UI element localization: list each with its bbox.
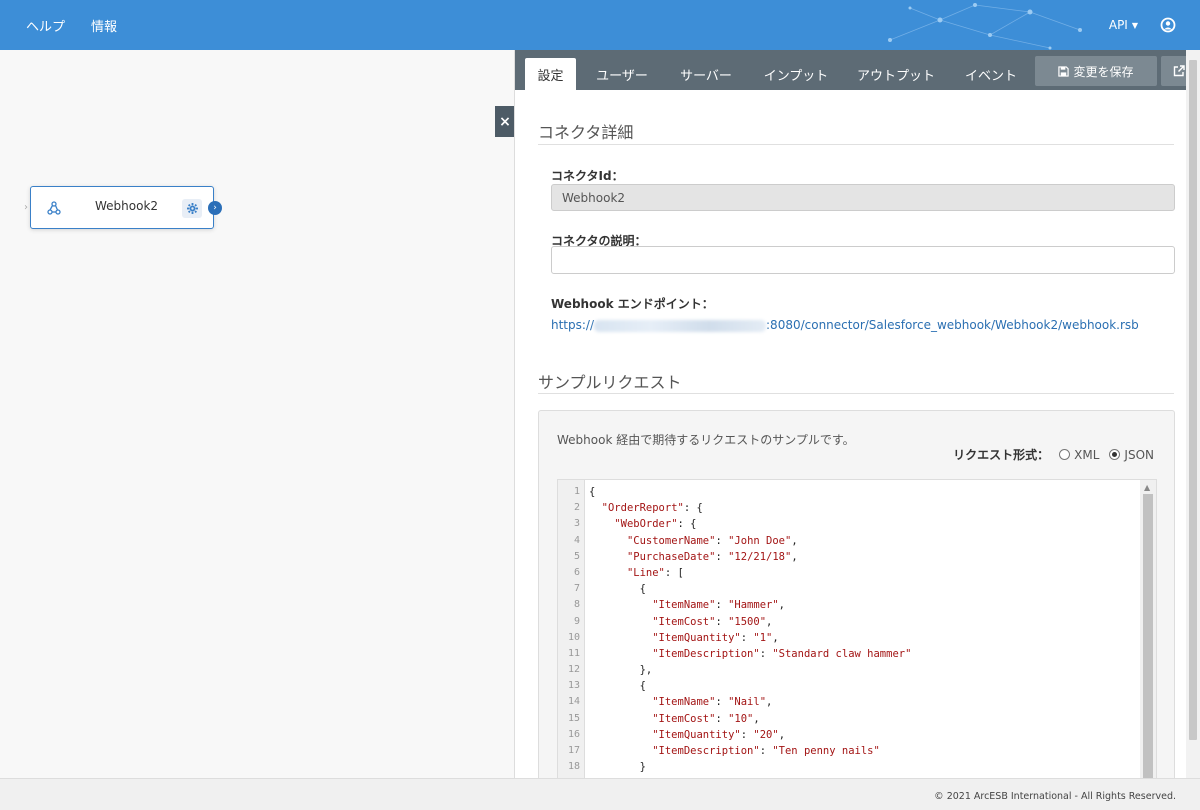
nav-item-info[interactable]: 情報 (91, 16, 117, 35)
endpoint-prefix: https:// (551, 318, 595, 332)
floppy-disk-icon (1058, 65, 1070, 77)
tab-input[interactable]: インプット (757, 58, 835, 90)
section-divider (538, 393, 1174, 394)
code-line: { (589, 583, 646, 596)
flow-canvas[interactable]: › Webhook2 › (0, 50, 514, 778)
tab-users[interactable]: ユーザー (589, 58, 655, 90)
external-link-icon (1173, 65, 1185, 77)
code-line: { (589, 486, 596, 498)
line-number: 11 (567, 647, 580, 659)
code-line: "ItemCost": "1500", (652, 615, 773, 628)
code-line: "ItemQuantity": "1", (652, 631, 779, 644)
main-nav: ヘ ヘルプ 情報 (0, 0, 143, 50)
code-line: "ItemCost": "10", (652, 712, 760, 725)
webhook-icon (47, 201, 61, 215)
code-line: "PurchaseDate": "12/21/18", (626, 550, 798, 563)
tab-events[interactable]: イベント (957, 58, 1025, 90)
page-scrollbar[interactable] (1186, 50, 1200, 778)
line-number: 8 (573, 599, 580, 611)
line-number: 17 (567, 745, 580, 756)
code-line: "ItemDescription": "Ten penny nails" (652, 745, 880, 757)
line-number: 7 (573, 583, 580, 595)
line-number: 14 (567, 696, 580, 708)
radio-xml[interactable] (1059, 449, 1071, 460)
line-number: 12 (567, 664, 580, 676)
line-number: 4 (573, 534, 580, 546)
code-content[interactable]: { "OrderReport": { "WebOrder": { "Custom… (589, 484, 1138, 775)
panel-tab-bar: 設定 ユーザー サーバー インプット アウトプット イベント 変更を保存 (515, 50, 1200, 90)
tab-output[interactable]: アウトプット (851, 58, 941, 90)
node-settings-button[interactable] (182, 199, 202, 218)
line-number: 13 (567, 680, 580, 692)
copyright-text: © 2021 ArcESB International - All Rights… (934, 791, 1176, 802)
line-number: 18 (567, 761, 580, 773)
line-number: 6 (573, 566, 580, 578)
connector-node-webhook2[interactable]: › Webhook2 › (24, 186, 222, 229)
code-line: } (589, 761, 646, 774)
save-changes-button[interactable]: 変更を保存 (1035, 56, 1157, 86)
code-line: "OrderReport": { (601, 502, 703, 515)
webhook-endpoint-label: Webhook エンドポイント： (551, 297, 714, 311)
connector-details-heading: コネクタ詳細 (538, 123, 634, 142)
line-number: 15 (567, 712, 580, 724)
line-number: 9 (573, 615, 580, 627)
line-number: 2 (573, 502, 580, 514)
code-scrollbar[interactable]: ▲ (1140, 480, 1156, 778)
sample-request-heading: サンプルリクエスト (538, 373, 682, 392)
code-line: }, (589, 664, 653, 677)
code-line: "CustomerName": "John Doe", (626, 534, 798, 547)
footer: © 2021 ArcESB International - All Rights… (0, 778, 1200, 810)
connector-description-input[interactable] (551, 246, 1175, 274)
code-line: { (589, 680, 646, 693)
sample-code-editor[interactable]: 1 2 3 4 5 6 7 8 9 10 11 12 13 14 15 16 17 18 { "OrderRepo… (557, 479, 1157, 778)
caret-down-icon: ▼ (1131, 20, 1138, 30)
close-panel-button[interactable]: × (495, 106, 515, 137)
code-line: "Line": [ (626, 566, 684, 579)
scroll-up-arrow-icon[interactable]: ▲ (1144, 483, 1150, 492)
format-xml-label: XML (1074, 447, 1100, 462)
code-line: "ItemName": "Hammer", (652, 599, 785, 612)
api-label: API (1108, 18, 1128, 32)
nav-item-help[interactable]: ヘルプ (26, 16, 65, 35)
request-format-selector: リクエスト形式： XML JSON (953, 446, 1154, 463)
request-format-label: リクエスト形式： (953, 448, 1050, 462)
output-port-chevron-right-icon[interactable]: › (208, 201, 222, 215)
sample-request-description: Webhook 経由で期待するリクエストのサンプルです。 (557, 433, 855, 447)
connector-id-field: Webhook2 (551, 184, 1175, 211)
line-number: 16 (567, 728, 580, 740)
radio-json[interactable] (1109, 449, 1121, 460)
format-option-json[interactable]: JSON (1109, 448, 1154, 462)
top-nav-bar: ヘ ヘルプ 情報 API ▼ (0, 0, 1200, 50)
format-json-label: JSON (1124, 447, 1154, 462)
sample-request-box: Webhook 経由で期待するリクエストのサンプルです。 リクエスト形式： XM… (538, 410, 1175, 778)
tab-settings[interactable]: 設定 (525, 58, 576, 90)
redacted-host (594, 319, 767, 332)
api-menu[interactable]: API ▼ (1109, 0, 1138, 50)
save-changes-label: 変更を保存 (1073, 64, 1134, 79)
gear-icon (186, 203, 198, 214)
code-line: "ItemName": "Nail", (652, 696, 773, 709)
format-option-xml[interactable]: XML (1059, 448, 1099, 462)
line-number: 1 (573, 486, 580, 497)
webhook-endpoint-link[interactable]: https:// :8080/connector/Salesforce_webho… (551, 318, 1139, 332)
line-number: 10 (567, 631, 580, 643)
section-divider (538, 144, 1174, 145)
page-scroll-thumb[interactable] (1189, 60, 1197, 740)
user-circle-icon[interactable] (1158, 15, 1178, 35)
node-label: Webhook2 (95, 199, 159, 213)
code-line: "WebOrder": { (614, 518, 697, 531)
line-number: 5 (573, 550, 580, 562)
line-number: 3 (573, 518, 580, 530)
network-decoration (888, 3, 1082, 50)
code-line: "ItemQuantity": "20", (652, 728, 786, 741)
tab-server[interactable]: サーバー (673, 58, 739, 90)
endpoint-suffix: :8080/connector/Salesforce_webhook/Webho… (766, 318, 1139, 332)
connector-id-label: コネクタId： (551, 169, 624, 183)
connector-settings-panel: 設定 ユーザー サーバー インプット アウトプット イベント 変更を保存 コネク… (514, 50, 1200, 778)
scroll-thumb[interactable] (1143, 494, 1153, 778)
line-number-gutter: 1 2 3 4 5 6 7 8 9 10 11 12 13 14 15 16 17 18 (558, 480, 585, 778)
input-port-chevron-icon[interactable]: › (24, 201, 36, 215)
code-line: "ItemDescription": "Standard claw hammer… (652, 647, 912, 660)
